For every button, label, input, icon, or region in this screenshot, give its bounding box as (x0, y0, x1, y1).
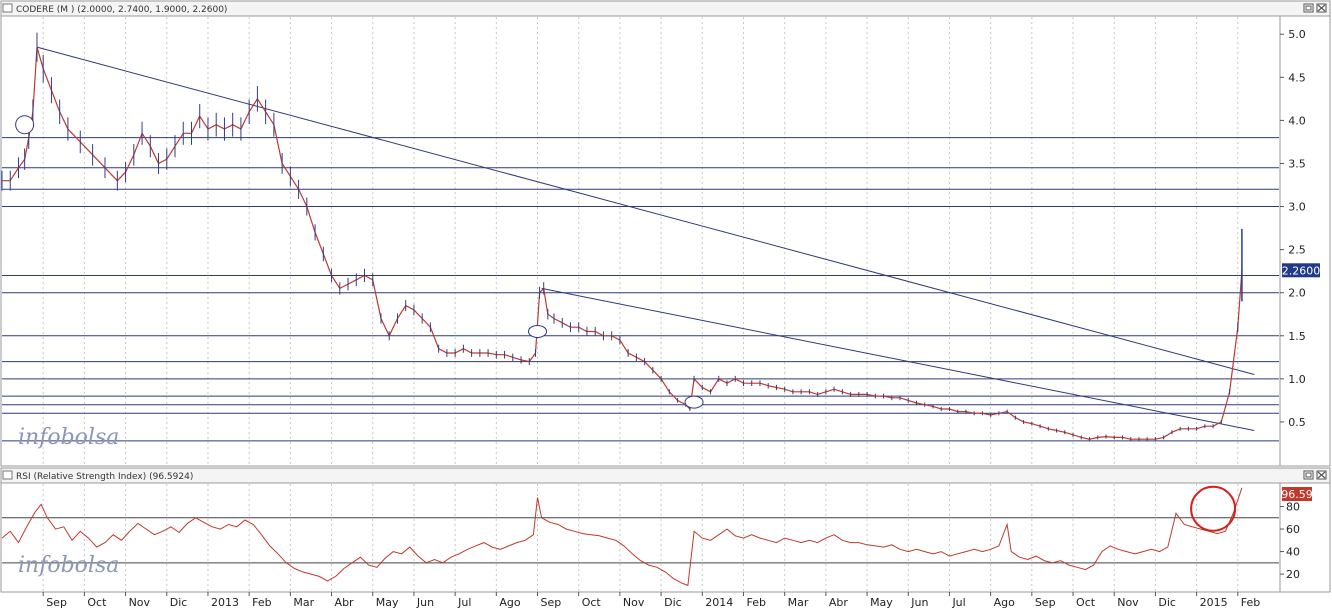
rsi-title-bar (0, 467, 1331, 484)
x-tick-label: Dic (664, 596, 682, 609)
price-last-value: 2.2600 (1282, 264, 1321, 277)
x-tick-label: 2015 (1200, 596, 1228, 609)
price-marker-circle (15, 115, 35, 135)
rsi-title: RSI (Relative Strength Index) (96.5924) (16, 472, 193, 482)
rsi-y-tick-label: 60 (1286, 523, 1300, 536)
x-tick-label: Sep (46, 596, 67, 609)
price-y-tick-label: 3.5 (1288, 157, 1306, 170)
x-tick-label: Jul (951, 596, 965, 609)
price-y-tick-label: 1.0 (1288, 373, 1306, 386)
price-title: CODERE (M ) (2.0000, 2.7400, 1.9000, 2.2… (16, 5, 227, 15)
price-y-tick-label: 0.5 (1288, 416, 1306, 429)
price-y-tick-label: 4.5 (1288, 71, 1306, 84)
rsi-maximize-button[interactable] (1303, 470, 1314, 480)
x-tick-label: Ago (994, 596, 1016, 609)
rsi-y-tick-label: 20 (1286, 568, 1300, 581)
x-tick-label: Jun (416, 596, 434, 609)
x-tick-label: May (870, 596, 893, 609)
price-y-tick-label: 5.0 (1288, 28, 1306, 41)
rsi-panel: RSI (Relative Strength Index) (96.5924) … (0, 467, 1331, 593)
price-y-tick-label: 4.0 (1288, 114, 1306, 127)
x-tick-label: Sep (541, 596, 562, 609)
price-logo: infobolsa (18, 425, 119, 450)
rsi-logo: infobolsa (18, 553, 119, 578)
x-tick-label: Ago (499, 596, 521, 609)
x-tick-label: Oct (1076, 596, 1096, 609)
x-tick-label: Mar (293, 596, 314, 609)
x-tick-label: Abr (829, 596, 849, 609)
x-tick-label: Nov (1117, 596, 1139, 609)
rsi-y-tick-label: 80 (1286, 501, 1300, 514)
price-maximize-button[interactable] (1303, 3, 1314, 13)
x-tick-label: Feb (746, 596, 765, 609)
price-close-button[interactable] (1316, 3, 1327, 13)
x-tick-label: Nov (129, 596, 151, 609)
x-tick-label: Oct (582, 596, 602, 609)
x-tick-label: Oct (87, 596, 107, 609)
x-tick-label: May (376, 596, 399, 609)
x-tick-label: Jun (910, 596, 928, 609)
x-tick-label: Mar (788, 596, 809, 609)
x-tick-label: 2014 (705, 596, 733, 609)
x-tick-label: Sep (1035, 596, 1056, 609)
rsi-panel-icon (2, 470, 13, 480)
x-tick-label: 2013 (211, 596, 239, 609)
price-y-tick-label: 3.0 (1288, 201, 1306, 214)
x-tick-label: Feb (1241, 596, 1260, 609)
price-panel-icon (2, 3, 13, 13)
x-tick-label: Dic (170, 596, 188, 609)
chart-window: CODERE (M ) (2.0000, 2.7400, 1.9000, 2.2… (0, 0, 1332, 610)
rsi-panel-frame (0, 467, 1331, 593)
price-marker-ellipse (684, 395, 704, 409)
price-marker-ellipse (528, 324, 548, 338)
x-tick-label: Dic (1158, 596, 1176, 609)
rsi-last-value: 96.59 (1281, 488, 1313, 501)
rsi-y-tick-label: 40 (1286, 546, 1300, 559)
price-panel: CODERE (M ) (2.0000, 2.7400, 1.9000, 2.2… (0, 0, 1331, 467)
x-tick-label: Abr (335, 596, 355, 609)
x-tick-label: Feb (252, 596, 271, 609)
rsi-close-button[interactable] (1316, 470, 1327, 480)
x-tick-label: Nov (623, 596, 645, 609)
price-y-tick-label: 1.5 (1288, 330, 1306, 343)
price-y-tick-label: 2.5 (1288, 244, 1306, 257)
price-y-tick-label: 2.0 (1288, 287, 1306, 300)
x-tick-label: Jul (457, 596, 471, 609)
price-last-badge: 2.2600 (1282, 263, 1321, 278)
rsi-last-badge: 96.59 (1281, 487, 1313, 501)
